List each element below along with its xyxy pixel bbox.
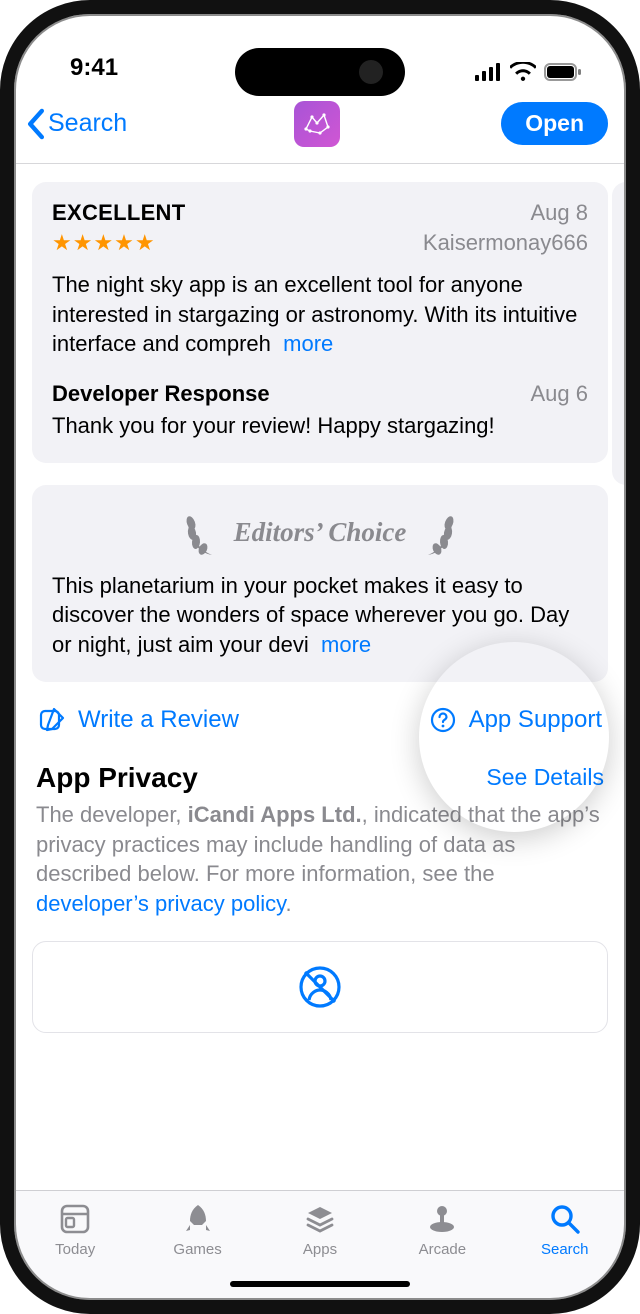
- review-date: Aug 8: [531, 200, 589, 226]
- arcade-icon: [424, 1201, 460, 1237]
- compose-icon: [38, 706, 66, 734]
- app-privacy-description: The developer, iCandi Apps Ltd., indicat…: [32, 800, 608, 919]
- dynamic-island: [235, 48, 405, 96]
- app-icon[interactable]: [294, 101, 340, 147]
- laurel-left-icon: [182, 509, 222, 557]
- app-privacy-title: App Privacy: [36, 762, 198, 794]
- app-support-button[interactable]: App Support: [429, 706, 602, 734]
- night-sky-app-glyph: [300, 107, 334, 141]
- open-button[interactable]: Open: [501, 102, 608, 145]
- wifi-icon: [510, 62, 536, 82]
- clock: 9:41: [70, 54, 118, 82]
- tab-label: Today: [55, 1241, 95, 1258]
- tab-today[interactable]: Today: [14, 1201, 136, 1258]
- chevron-left-icon: [26, 108, 46, 140]
- review-card[interactable]: EXCELLENT Aug 8 ★★★★★ Kaisermonay666 The…: [32, 182, 608, 463]
- more-link[interactable]: more: [321, 632, 371, 657]
- content: EXCELLENT Aug 8 ★★★★★ Kaisermonay666 The…: [14, 164, 626, 1190]
- review-body: The night sky app is an excellent tool f…: [52, 270, 588, 359]
- tab-label: Games: [173, 1241, 221, 1258]
- search-icon: [547, 1201, 583, 1237]
- back-label: Search: [48, 109, 127, 138]
- help-circle-icon: [429, 706, 457, 734]
- developer-name: iCandi Apps Ltd.: [188, 802, 362, 827]
- see-details-button[interactable]: See Details: [486, 764, 604, 791]
- editors-choice-card[interactable]: Editors’ Choice This planetarium in your…: [32, 485, 608, 682]
- editors-choice-title: Editors’ Choice: [234, 517, 407, 548]
- more-link[interactable]: more: [283, 331, 333, 356]
- developer-response-date: Aug 6: [531, 381, 589, 407]
- home-indicator[interactable]: [230, 1281, 410, 1287]
- developer-response-title: Developer Response: [52, 381, 270, 407]
- back-button[interactable]: Search: [20, 104, 133, 144]
- tab-label: Search: [541, 1241, 589, 1258]
- editors-choice-body: This planetarium in your pocket makes it…: [52, 571, 588, 660]
- today-icon: [57, 1201, 93, 1237]
- star-rating: ★★★★★: [52, 230, 156, 256]
- developer-response: Developer Response Aug 6 Thank you for y…: [52, 381, 588, 441]
- tab-games[interactable]: Games: [136, 1201, 258, 1258]
- privacy-card[interactable]: [32, 941, 608, 1033]
- navigation-bar: Search Open: [14, 90, 626, 164]
- privacy-policy-link[interactable]: developer’s privacy policy: [36, 891, 285, 916]
- battery-icon: [544, 63, 582, 81]
- app-support-label: App Support: [469, 706, 602, 734]
- developer-response-body: Thank you for your review! Happy stargaz…: [52, 411, 588, 441]
- tab-label: Apps: [303, 1241, 337, 1258]
- cellular-icon: [475, 63, 502, 81]
- tab-label: Arcade: [419, 1241, 467, 1258]
- write-review-button[interactable]: Write a Review: [38, 706, 239, 734]
- data-not-collected-icon: [295, 962, 345, 1012]
- tab-arcade[interactable]: Arcade: [381, 1201, 503, 1258]
- rocket-icon: [180, 1201, 216, 1237]
- laurel-right-icon: [418, 509, 458, 557]
- write-review-label: Write a Review: [78, 706, 239, 734]
- tab-search[interactable]: Search: [504, 1201, 626, 1258]
- tab-apps[interactable]: Apps: [259, 1201, 381, 1258]
- review-title: EXCELLENT: [52, 200, 186, 226]
- apps-stack-icon: [302, 1201, 338, 1237]
- review-author: Kaisermonay666: [423, 230, 588, 256]
- next-review-peek[interactable]: [612, 182, 626, 485]
